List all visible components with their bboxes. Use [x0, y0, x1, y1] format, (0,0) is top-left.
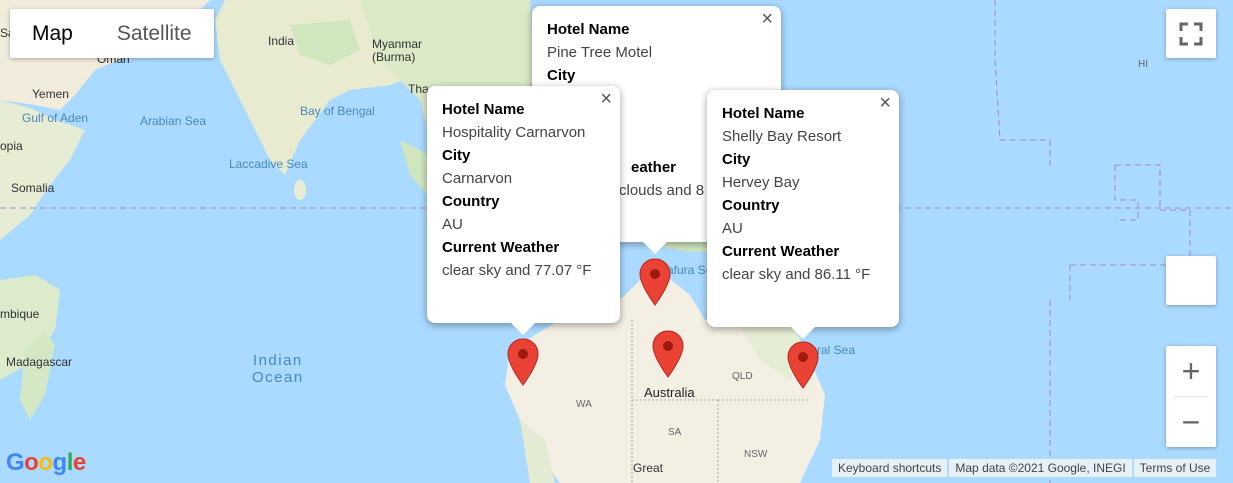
map-marker-pine-tree[interactable]	[638, 258, 672, 306]
country-label-india: India	[268, 34, 295, 48]
hotel-name-value: Pine Tree Motel	[547, 44, 653, 61]
country-label: Country	[442, 193, 500, 210]
weather-value: clear sky and 86.11 °F	[722, 266, 871, 283]
hotel-name-label: Hotel Name	[442, 101, 525, 118]
country-label-mozambique: mbique	[0, 307, 40, 321]
hotel-name-value: Hospitality Carnarvon	[442, 124, 586, 141]
zoom-in-button[interactable]: +	[1166, 346, 1216, 396]
country-label-th: Tha	[408, 82, 429, 96]
country-value: AU	[722, 220, 743, 237]
info-window-tail	[511, 323, 535, 335]
weather-value: clear sky and 77.07 °F	[442, 262, 592, 279]
country-label-myanmar: Myanmar (Burma)	[372, 37, 423, 64]
hotel-name-label: Hotel Name	[547, 21, 630, 38]
map-footer: Keyboard shortcuts Map data ©2021 Google…	[830, 459, 1217, 477]
country-label-madagascar: Madagascar	[6, 355, 73, 369]
info-window-hervey-bay: × Hotel Name Shelly Bay Resort City Herv…	[707, 90, 899, 339]
zoom-out-button[interactable]: −	[1166, 397, 1216, 447]
map-marker-hervey-bay[interactable]	[786, 341, 820, 389]
state-label-wa: WA	[576, 399, 592, 410]
street-view-pegman-button[interactable]	[1166, 256, 1216, 305]
city-label: City	[547, 67, 576, 84]
map-type-satellite-button[interactable]: Satellite	[95, 9, 214, 58]
info-window-tail	[643, 242, 667, 254]
close-icon[interactable]: ×	[600, 88, 612, 111]
google-logo[interactable]: Google	[6, 449, 86, 477]
fullscreen-icon	[1179, 22, 1203, 46]
city-label: City	[722, 151, 751, 168]
google-logo-g: G	[6, 449, 25, 476]
water-label-arabian-sea: Arabian Sea	[140, 114, 207, 128]
country-label-ethiopia: opia	[0, 139, 23, 153]
city-value: Carnarvon	[442, 170, 513, 187]
fullscreen-button[interactable]	[1166, 9, 1216, 58]
label-hi: HI	[1138, 59, 1148, 70]
country-label-australia: Australia	[644, 385, 695, 400]
city-label: City	[442, 147, 471, 164]
close-icon[interactable]: ×	[879, 92, 891, 115]
map-type-control: Map Satellite	[10, 9, 214, 58]
country-label-somalia: Somalia	[11, 181, 55, 195]
map-canvas[interactable]: Sa Oman India Myanmar (Burma) Tha Yemen …	[0, 0, 1233, 483]
hotel-name-value: Shelly Bay Resort	[722, 128, 842, 145]
close-icon[interactable]: ×	[761, 8, 773, 31]
weather-label: Current Weather	[442, 239, 560, 256]
country-label-yemen: Yemen	[32, 87, 69, 101]
info-window-tail	[791, 327, 815, 339]
water-label-laccadive-sea: Laccadive Sea	[229, 157, 308, 171]
country-value: AU	[442, 216, 463, 233]
info-window-carnarvon: × Hotel Name Hospitality Carnarvon City …	[427, 86, 620, 335]
zoom-control: + −	[1166, 346, 1216, 447]
state-label-qld: QLD	[732, 371, 753, 382]
city-value: Hervey Bay	[722, 174, 800, 191]
water-label-arafura-sea: afura Se	[667, 263, 713, 277]
keyboard-shortcuts-link[interactable]: Keyboard shortcuts	[832, 459, 948, 477]
water-label-gulf-of-aden: Gulf of Aden	[22, 111, 89, 125]
water-label-coral-sea: ral Sea	[817, 343, 856, 357]
map-marker-carnarvon[interactable]	[506, 338, 540, 386]
water-label-bay-of-bengal: Bay of Bengal	[300, 104, 375, 118]
map-type-map-button[interactable]: Map	[10, 9, 95, 58]
map-marker-central[interactable]	[651, 330, 685, 378]
label-great: Great	[633, 461, 664, 475]
state-label-sa: SA	[668, 427, 682, 438]
hotel-name-label: Hotel Name	[722, 105, 805, 122]
ocean-label-indian: Indian Ocean	[252, 352, 304, 386]
country-label: Country	[722, 197, 780, 214]
terms-of-use-link[interactable]: Terms of Use	[1133, 459, 1217, 477]
state-label-nsw: NSW	[744, 449, 768, 460]
weather-label: Current Weather	[722, 243, 840, 260]
map-data-attribution: Map data ©2021 Google, INEGI	[949, 459, 1132, 477]
